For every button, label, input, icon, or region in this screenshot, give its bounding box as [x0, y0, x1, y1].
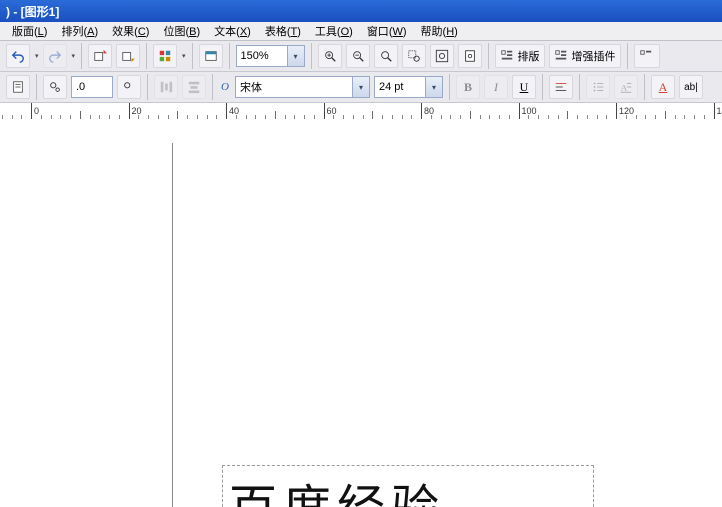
zoom-in-button[interactable]: [318, 44, 342, 68]
underline-button[interactable]: U: [512, 75, 536, 99]
export-button[interactable]: [116, 44, 140, 68]
menu-bitmap[interactable]: 位图(B): [157, 23, 206, 39]
redo-history-dropdown[interactable]: ▾: [72, 52, 76, 60]
font-marker-icon: O: [219, 81, 231, 93]
decimal-combo[interactable]: [71, 76, 113, 98]
decrease-decimals-button[interactable]: [43, 75, 67, 99]
welcome-screen-button[interactable]: [199, 44, 223, 68]
dropcap-button[interactable]: A: [614, 75, 638, 99]
app-launcher-button[interactable]: [153, 44, 177, 68]
undo-button[interactable]: [6, 44, 30, 68]
menu-help[interactable]: 帮助(H): [415, 23, 464, 39]
align-distribute-h-button[interactable]: [154, 75, 178, 99]
import-button[interactable]: [88, 44, 112, 68]
char-format-button[interactable]: A: [651, 75, 675, 99]
menu-bar: 版面(L) 排列(A) 效果(C) 位图(B) 文本(X) 表格(T) 工具(O…: [0, 22, 722, 41]
redo-button[interactable]: [43, 44, 67, 68]
italic-button[interactable]: I: [484, 75, 508, 99]
menu-tools[interactable]: 工具(O): [309, 23, 359, 39]
menu-effect[interactable]: 效果(C): [106, 23, 155, 39]
title-bar: ) - [图形1]: [0, 0, 722, 22]
window-title: ) - [图形1]: [6, 3, 59, 20]
increase-decimals-button[interactable]: [117, 75, 141, 99]
zoom-selection-button[interactable]: [402, 44, 426, 68]
decimal-input[interactable]: [72, 78, 112, 96]
menu-layout[interactable]: 版面(L): [6, 23, 53, 39]
zoom-all-button[interactable]: [430, 44, 454, 68]
zoom-fit-button[interactable]: [374, 44, 398, 68]
canvas-area[interactable]: 百度经验: [0, 119, 722, 507]
enhance-plugin-button[interactable]: 增强插件: [549, 44, 621, 68]
font-size-combo[interactable]: ▾: [374, 76, 443, 98]
menu-arrange[interactable]: 排列(A): [55, 23, 104, 39]
font-name-input[interactable]: [236, 78, 352, 96]
zoom-combo[interactable]: ▾: [236, 45, 305, 67]
toolbar-main: ▾ ▾ ▾ ▾: [0, 41, 722, 72]
font-size-input[interactable]: [375, 78, 425, 96]
svg-text:A: A: [621, 83, 628, 93]
zoom-page-button[interactable]: [458, 44, 482, 68]
font-dropdown-button[interactable]: ▾: [352, 77, 369, 97]
doc-properties-button[interactable]: [6, 75, 30, 99]
zoom-out-button[interactable]: [346, 44, 370, 68]
bullets-button[interactable]: [586, 75, 610, 99]
menu-window[interactable]: 窗口(W): [361, 23, 413, 39]
text-align-button[interactable]: [549, 75, 573, 99]
align-distribute-v-button[interactable]: [182, 75, 206, 99]
more-button[interactable]: [634, 44, 660, 68]
menu-table[interactable]: 表格(T): [259, 23, 307, 39]
font-combo[interactable]: ▾: [235, 76, 370, 98]
text-content: 百度经验: [229, 468, 445, 507]
zoom-input[interactable]: [237, 47, 287, 65]
font-size-dropdown-button[interactable]: ▾: [425, 77, 442, 97]
undo-history-dropdown[interactable]: ▾: [35, 52, 39, 60]
edit-text-button[interactable]: ab|: [679, 75, 703, 99]
app-launcher-dropdown[interactable]: ▾: [182, 52, 186, 60]
page-edge: [172, 143, 722, 507]
menu-text[interactable]: 文本(X): [208, 23, 257, 39]
typeset-button[interactable]: 排版: [495, 44, 545, 68]
toolbar-text: O ▾ ▾ B I U A A ab|: [0, 72, 722, 103]
text-object[interactable]: 百度经验: [222, 465, 594, 507]
bold-button[interactable]: B: [456, 75, 480, 99]
zoom-dropdown-button[interactable]: ▾: [287, 46, 304, 66]
